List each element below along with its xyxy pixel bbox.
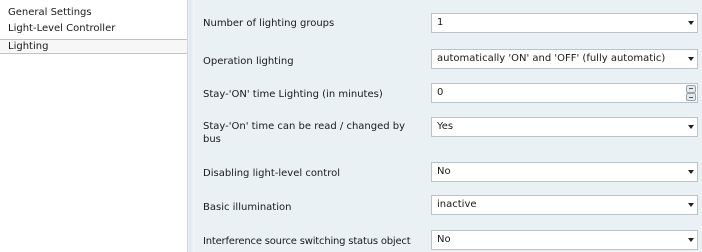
stay-on-time-spinner[interactable]: 0: [431, 83, 698, 103]
dropdown-arrow-icon: [688, 125, 694, 129]
dropdown-value: 1: [437, 17, 444, 28]
param-label: Basic illumination: [203, 202, 292, 213]
parameter-panel: Number of lighting groups 1 Operation li…: [195, 0, 702, 252]
sidebar-item-label: General Settings: [8, 7, 92, 18]
disabling-light-level-control-dropdown[interactable]: No: [431, 162, 698, 182]
sidebar-item-light-level-controller[interactable]: Light-Level Controller: [0, 21, 187, 36]
number-of-lighting-groups-dropdown[interactable]: 1: [431, 13, 698, 33]
sidebar-item-label: Lighting: [8, 41, 49, 52]
operation-lighting-dropdown[interactable]: automatically 'ON' and 'OFF' (fully auto…: [431, 49, 698, 69]
param-label: Interference source switching status obj…: [203, 236, 411, 247]
dropdown-value: automatically 'ON' and 'OFF' (fully auto…: [437, 53, 666, 64]
spin-down-icon[interactable]: [686, 93, 696, 101]
basic-illumination-dropdown[interactable]: inactive: [431, 195, 698, 215]
sidebar-nav: General Settings Light-Level Controller …: [0, 0, 187, 252]
param-label: Stay-'ON' time Lighting (in minutes): [203, 89, 383, 100]
spinner-value: 0: [437, 87, 444, 98]
param-label: Number of lighting groups: [203, 18, 335, 29]
pane-splitter[interactable]: [187, 0, 195, 252]
param-label: Stay-'On' time can be read / changed by …: [203, 121, 406, 145]
dropdown-arrow-icon: [688, 203, 694, 207]
dropdown-value: Yes: [437, 121, 454, 132]
sidebar-item-lighting[interactable]: Lighting: [0, 39, 187, 54]
dropdown-value: inactive: [437, 199, 477, 210]
dropdown-arrow-icon: [688, 170, 694, 174]
interference-source-dropdown[interactable]: No: [431, 230, 698, 250]
dropdown-arrow-icon: [688, 21, 694, 25]
param-label: Disabling light-level control: [203, 168, 340, 179]
stay-on-time-bus-dropdown[interactable]: Yes: [431, 117, 698, 137]
param-label: Operation lighting: [203, 56, 294, 67]
dropdown-arrow-icon: [688, 57, 694, 61]
dropdown-value: No: [437, 166, 451, 177]
sidebar-item-general-settings[interactable]: General Settings: [0, 5, 187, 20]
sidebar-item-label: Light-Level Controller: [8, 23, 116, 34]
spin-up-icon[interactable]: [686, 85, 696, 93]
dropdown-value: No: [437, 234, 451, 245]
dropdown-arrow-icon: [688, 238, 694, 242]
